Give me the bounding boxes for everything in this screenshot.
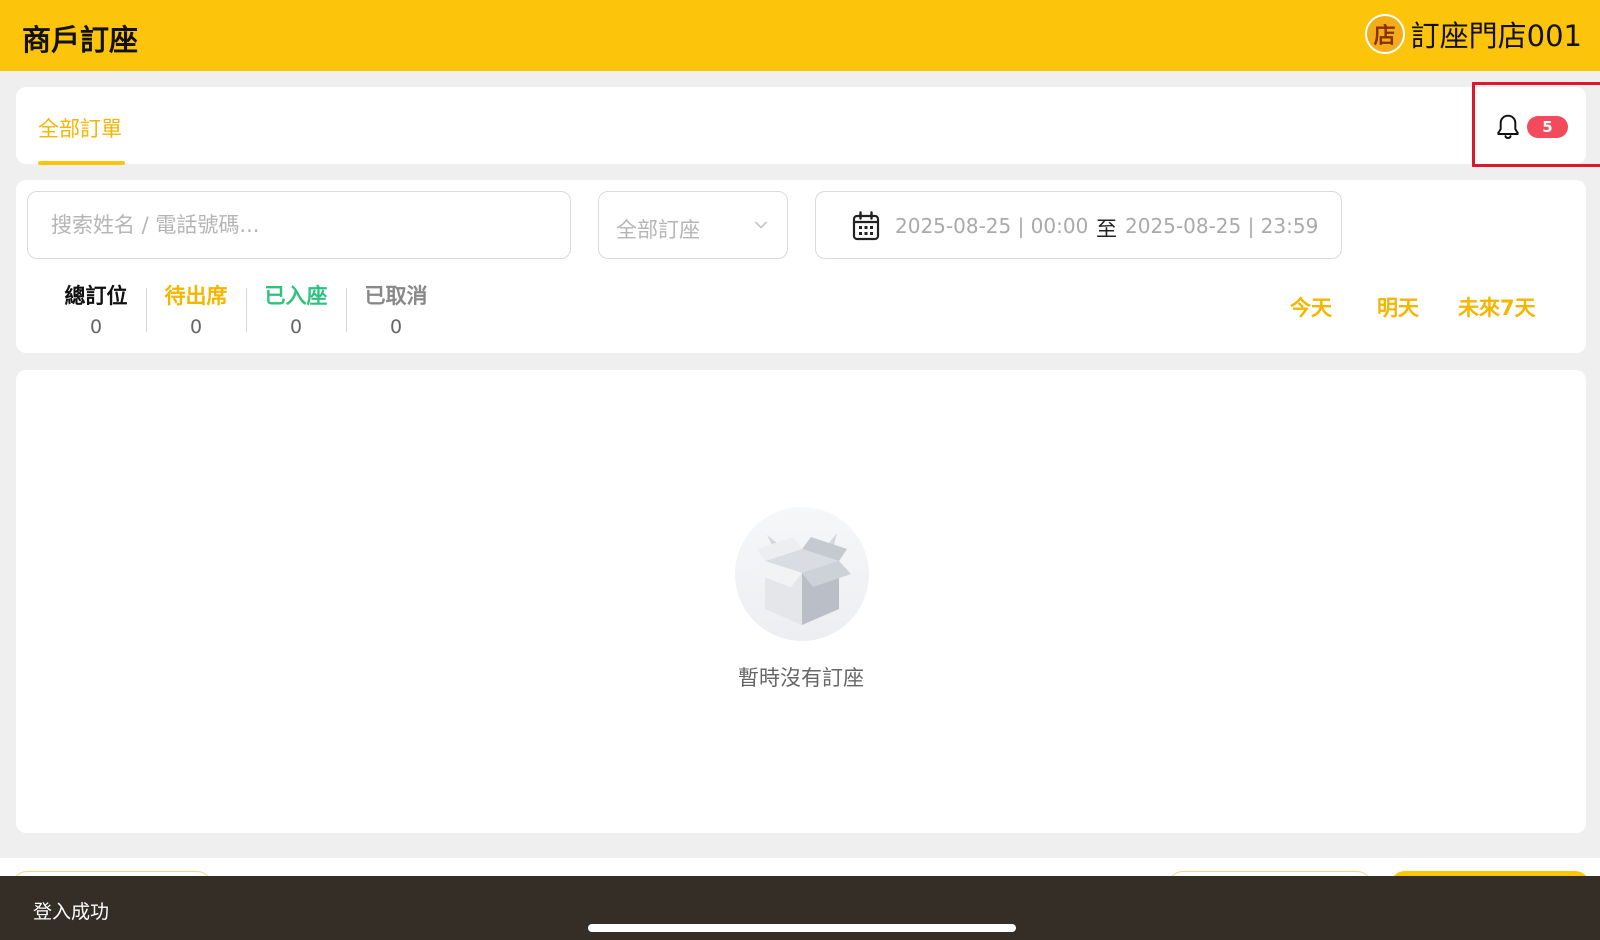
booking-list: 暫時沒有訂座 (16, 370, 1586, 833)
active-tab-indicator (38, 161, 125, 165)
store-avatar-icon: 店 (1364, 14, 1405, 54)
chevron-down-icon (755, 221, 767, 229)
booking-type-select[interactable]: 全部訂座 (598, 191, 788, 259)
search-box (27, 191, 571, 259)
filter-card: 全部訂座 2025-08-25 | 00:00 至 2025-08-25 | 2… (16, 180, 1586, 353)
stat-seated-label: 已入座 (264, 284, 328, 308)
date-range-separator: 至 (1096, 217, 1117, 241)
stat-seated[interactable]: 已入座 0 (246, 280, 346, 338)
date-start-value: 2025-08-25 | 00:00 (895, 214, 1089, 238)
app-title: 商戶訂座 (22, 23, 139, 57)
booking-type-value: 全部訂座 (616, 218, 700, 242)
quick-range-tomorrow[interactable]: 明天 (1377, 292, 1419, 322)
date-range-picker[interactable]: 2025-08-25 | 00:00 至 2025-08-25 | 23:59 (815, 191, 1342, 259)
stat-seated-count: 0 (289, 316, 303, 338)
stat-cancelled[interactable]: 已取消 0 (346, 280, 446, 338)
stat-pending[interactable]: 待出席 0 (146, 280, 246, 338)
top-app-bar: 商戶訂座 店 訂座門店001 (0, 0, 1600, 71)
quick-range-next-7-days[interactable]: 未來7天 (1458, 292, 1536, 322)
notification-button[interactable]: 5 (1472, 82, 1600, 167)
date-end-value: 2025-08-25 | 23:59 (1125, 214, 1319, 238)
quick-range-today[interactable]: 今天 (1290, 292, 1332, 322)
stat-total-count: 0 (89, 316, 103, 338)
empty-state-message: 暫時沒有訂座 (738, 666, 864, 690)
snackbar-message: 登入成功 (33, 901, 110, 923)
bell-icon (1497, 114, 1519, 140)
stat-cancelled-label: 已取消 (364, 284, 428, 308)
notification-count-badge: 5 (1527, 116, 1568, 138)
store-switcher[interactable]: 店 訂座門店001 (1364, 12, 1582, 56)
store-name: 訂座門店001 (1410, 19, 1582, 53)
snackbar: 登入成功 (0, 876, 1600, 940)
stat-cancelled-count: 0 (389, 316, 403, 338)
stat-total-label: 總訂位 (64, 284, 128, 308)
calendar-icon (852, 211, 880, 241)
stat-pending-count: 0 (189, 316, 203, 338)
tab-all-orders[interactable]: 全部訂單 (38, 113, 122, 143)
stat-total[interactable]: 總訂位 0 (46, 280, 146, 338)
order-tabs-card: 全部訂單 (16, 87, 1586, 165)
search-input[interactable] (28, 192, 570, 258)
empty-box-icon (735, 507, 869, 641)
stat-pending-label: 待出席 (164, 284, 228, 308)
home-indicator[interactable] (588, 924, 1016, 932)
